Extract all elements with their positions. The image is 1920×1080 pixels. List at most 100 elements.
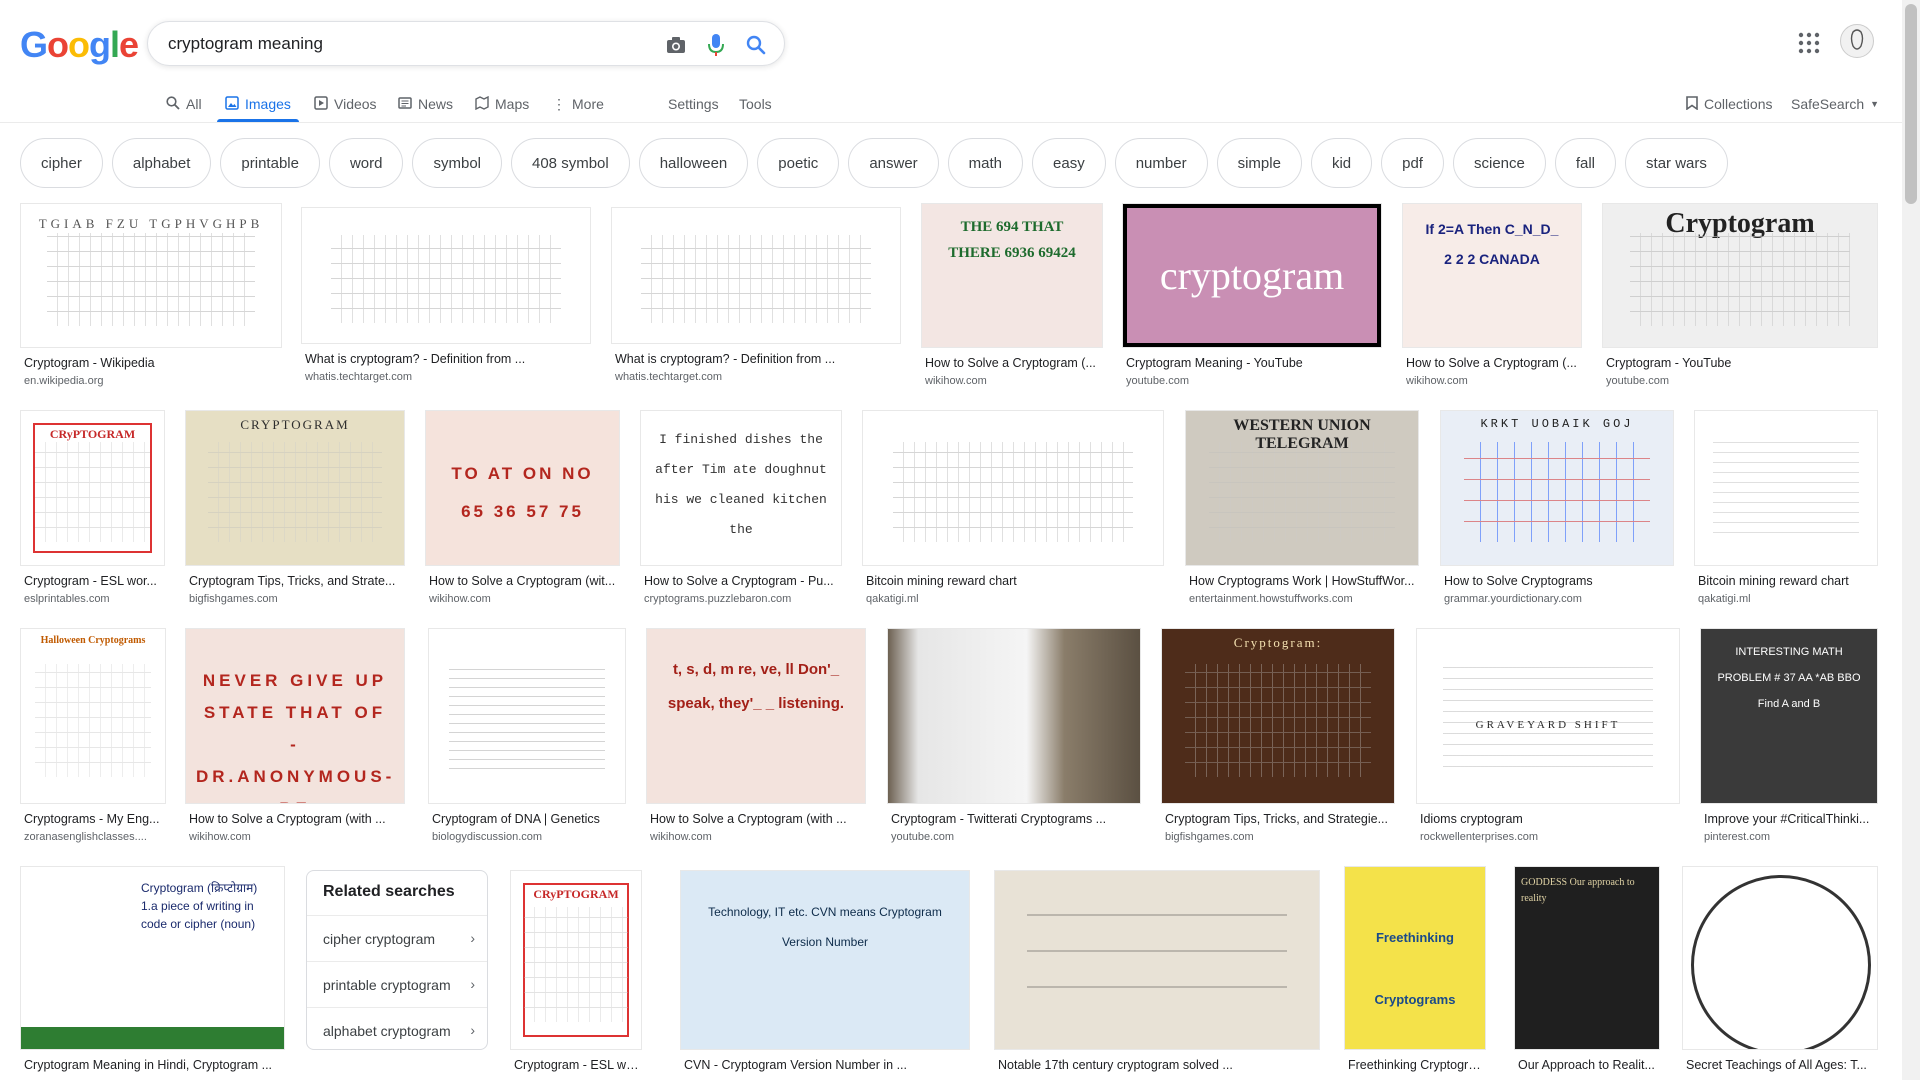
google-logo[interactable]: Google [20, 24, 139, 66]
result-thumbnail[interactable]: CRYPTOGRAM [185, 410, 405, 566]
chip[interactable]: science [1452, 138, 1546, 188]
image-result[interactable]: NEVER GIVE UP STATE THAT OF -DR.ANONYMOU… [185, 628, 405, 848]
account-avatar[interactable] [1840, 24, 1874, 58]
image-result[interactable]: Freethinking Cryptograms Brooks Rimes Fre… [1344, 866, 1486, 1080]
collections-button[interactable]: Collections [1686, 86, 1772, 122]
result-thumbnail[interactable]: INTERESTING MATH PROBLEM # 37 AA *AB BBO… [1700, 628, 1878, 804]
result-source[interactable]: cryptograms.puzzlebaron.com [644, 593, 840, 605]
result-title[interactable]: What is cryptogram? - Definition from ..… [615, 352, 899, 366]
image-result[interactable]: Cryptogram: Cryptogram Tips, Tricks, and … [1161, 628, 1395, 848]
result-source[interactable]: whatis.techtarget.com [615, 371, 899, 383]
chip[interactable]: star wars [1625, 138, 1728, 188]
tab-videos[interactable]: Videos [314, 86, 377, 122]
result-title[interactable]: How to Solve a Cryptogram (with ... [650, 812, 864, 826]
result-thumbnail[interactable]: CRyPTOGRAM [20, 410, 165, 566]
result-thumbnail[interactable]: GRAVEYARD SHIFT [1416, 628, 1680, 804]
result-title[interactable]: Secret Teachings of All Ages: T... [1686, 1058, 1876, 1072]
tab-tools[interactable]: Tools [739, 86, 772, 122]
result-thumbnail[interactable]: Cryptogram: [1161, 628, 1395, 804]
result-thumbnail[interactable] [428, 628, 626, 804]
image-result[interactable]: What is cryptogram? - Definition from ..… [611, 207, 901, 388]
search-box[interactable]: cryptogram meaning [147, 21, 785, 66]
tab-news[interactable]: News [398, 86, 453, 122]
result-source[interactable]: wikihow.com [925, 375, 1101, 387]
result-title[interactable]: How to Solve a Cryptogram - Pu... [644, 574, 840, 588]
related-item[interactable]: printable cryptogram › [307, 961, 487, 1007]
result-source[interactable]: qakatigi.ml [866, 593, 1162, 605]
image-result[interactable]: Cryptogram of DNA | Genetics biologydiscu… [428, 628, 626, 848]
result-title[interactable]: Cryptogram - YouTube [1606, 356, 1876, 370]
safesearch-button[interactable]: SafeSearch ▼ [1791, 86, 1879, 122]
result-thumbnail[interactable]: Cryptogram (क्रिप्टोग्राम) 1.a piece of … [20, 866, 285, 1050]
chip[interactable]: fall [1554, 138, 1617, 188]
result-title[interactable]: CVN - Cryptogram Version Number in ... [684, 1058, 968, 1072]
result-source[interactable]: pinterest.com [1704, 831, 1876, 843]
chip[interactable]: kid [1310, 138, 1373, 188]
result-thumbnail[interactable]: NEVER GIVE UP STATE THAT OF -DR.ANONYMOU… [185, 628, 405, 804]
result-thumbnail[interactable] [1694, 410, 1878, 566]
image-result[interactable]: TGIAB FZU TGPHVGHPB Cryptogram - Wikipedi… [20, 203, 282, 392]
result-source[interactable]: wikihow.com [189, 831, 403, 843]
image-result[interactable]: Halloween Cryptograms Cryptograms - My En… [20, 628, 166, 848]
result-title[interactable]: What is cryptogram? - Definition from ..… [305, 352, 589, 366]
result-source[interactable]: wikihow.com [1406, 375, 1580, 387]
result-title[interactable]: How to Solve Cryptograms [1444, 574, 1672, 588]
result-source[interactable]: eslprintables.com [24, 593, 163, 605]
result-source[interactable]: youtube.com [891, 831, 1139, 843]
chip[interactable]: pdf [1381, 138, 1444, 188]
chip[interactable]: poetic [757, 138, 840, 188]
result-title[interactable]: Our Approach to Realit... [1518, 1058, 1658, 1072]
image-result[interactable]: WESTERN UNION TELEGRAM How Cryptograms Wo… [1185, 410, 1419, 610]
result-thumbnail[interactable]: WESTERN UNION TELEGRAM [1185, 410, 1419, 566]
search-icon[interactable] [744, 33, 768, 57]
tab-images[interactable]: Images [217, 86, 299, 122]
tab-settings[interactable]: Settings [668, 86, 719, 122]
result-source[interactable]: youtube.com [1606, 375, 1876, 387]
image-result[interactable]: Cryptogram - Twitterati Cryptograms ... y… [887, 628, 1141, 848]
chip[interactable]: printable [220, 138, 320, 188]
result-thumbnail[interactable]: Freethinking Cryptograms Brooks Rimes [1344, 866, 1486, 1050]
result-title[interactable]: Cryptogram Meaning in Hindi, Cryptogram … [24, 1058, 283, 1072]
chip[interactable]: cipher [20, 138, 103, 188]
result-title[interactable]: How to Solve a Cryptogram (... [1406, 356, 1580, 370]
result-title[interactable]: How to Solve a Cryptogram (... [925, 356, 1101, 370]
result-title[interactable]: How Cryptograms Work | HowStuffWor... [1189, 574, 1417, 588]
chip[interactable]: answer [848, 138, 939, 188]
result-thumbnail[interactable]: If 2=A Then C_N_D_ 2 2 2 CANADA [1402, 203, 1582, 348]
result-title[interactable]: Bitcoin mining reward chart [866, 574, 1162, 588]
result-thumbnail[interactable] [862, 410, 1164, 566]
chip[interactable]: halloween [638, 138, 749, 188]
result-thumbnail[interactable]: Cryptogram [1602, 203, 1878, 348]
result-title[interactable]: Cryptograms - My Eng... [24, 812, 164, 826]
result-title[interactable]: Cryptogram - ESL wor... [24, 574, 163, 588]
result-title[interactable]: Bitcoin mining reward chart [1698, 574, 1876, 588]
camera-icon[interactable] [664, 33, 688, 57]
result-thumbnail[interactable]: t, s, d, m re, ve, ll Don'_ speak, they'… [646, 628, 866, 804]
result-thumbnail[interactable]: I finished dishes the after Tim ate doug… [640, 410, 842, 566]
chip[interactable]: alphabet [111, 138, 212, 188]
result-title[interactable]: Cryptogram - Twitterati Cryptograms ... [891, 812, 1139, 826]
result-thumbnail[interactable] [994, 870, 1320, 1050]
image-result[interactable]: Technology, IT etc. CVN means Cryptogram… [680, 870, 970, 1080]
image-result[interactable]: Bitcoin mining reward chart qakatigi.ml [1694, 410, 1878, 610]
image-result[interactable]: CRYPTOGRAM Cryptogram Tips, Tricks, and S… [185, 410, 405, 610]
result-title[interactable]: Notable 17th century cryptogram solved .… [998, 1058, 1318, 1072]
related-item[interactable]: cipher cryptogram › [307, 915, 487, 961]
image-result[interactable]: What is cryptogram? - Definition from ..… [301, 207, 591, 388]
image-result[interactable]: INTERESTING MATH PROBLEM # 37 AA *AB BBO… [1700, 628, 1878, 848]
result-source[interactable]: wikihow.com [650, 831, 864, 843]
result-thumbnail[interactable]: THE 694 THAT THERE 6936 69424 [921, 203, 1103, 348]
result-source[interactable]: qakatigi.ml [1698, 593, 1876, 605]
chip[interactable]: number [1114, 138, 1208, 188]
result-source[interactable]: youtube.com [1126, 375, 1380, 387]
result-title[interactable]: How to Solve a Cryptogram (with ... [189, 812, 403, 826]
result-source[interactable]: rockwellenterprises.com [1420, 831, 1678, 843]
result-source[interactable]: grammar.yourdictionary.com [1444, 593, 1672, 605]
result-title[interactable]: Improve your #CriticalThinki... [1704, 812, 1876, 826]
result-thumbnail[interactable]: Technology, IT etc. CVN means Cryptogram… [680, 870, 970, 1050]
result-thumbnail[interactable]: TO AT ON NO 65 36 57 75 [425, 410, 620, 566]
result-thumbnail[interactable]: KRKT UOBAIK GOJ [1440, 410, 1674, 566]
result-source[interactable]: bigfishgames.com [189, 593, 403, 605]
image-result[interactable]: TO AT ON NO 65 36 57 75 How to Solve a Cr… [425, 410, 620, 610]
result-title[interactable]: Cryptogram Meaning - YouTube [1126, 356, 1380, 370]
